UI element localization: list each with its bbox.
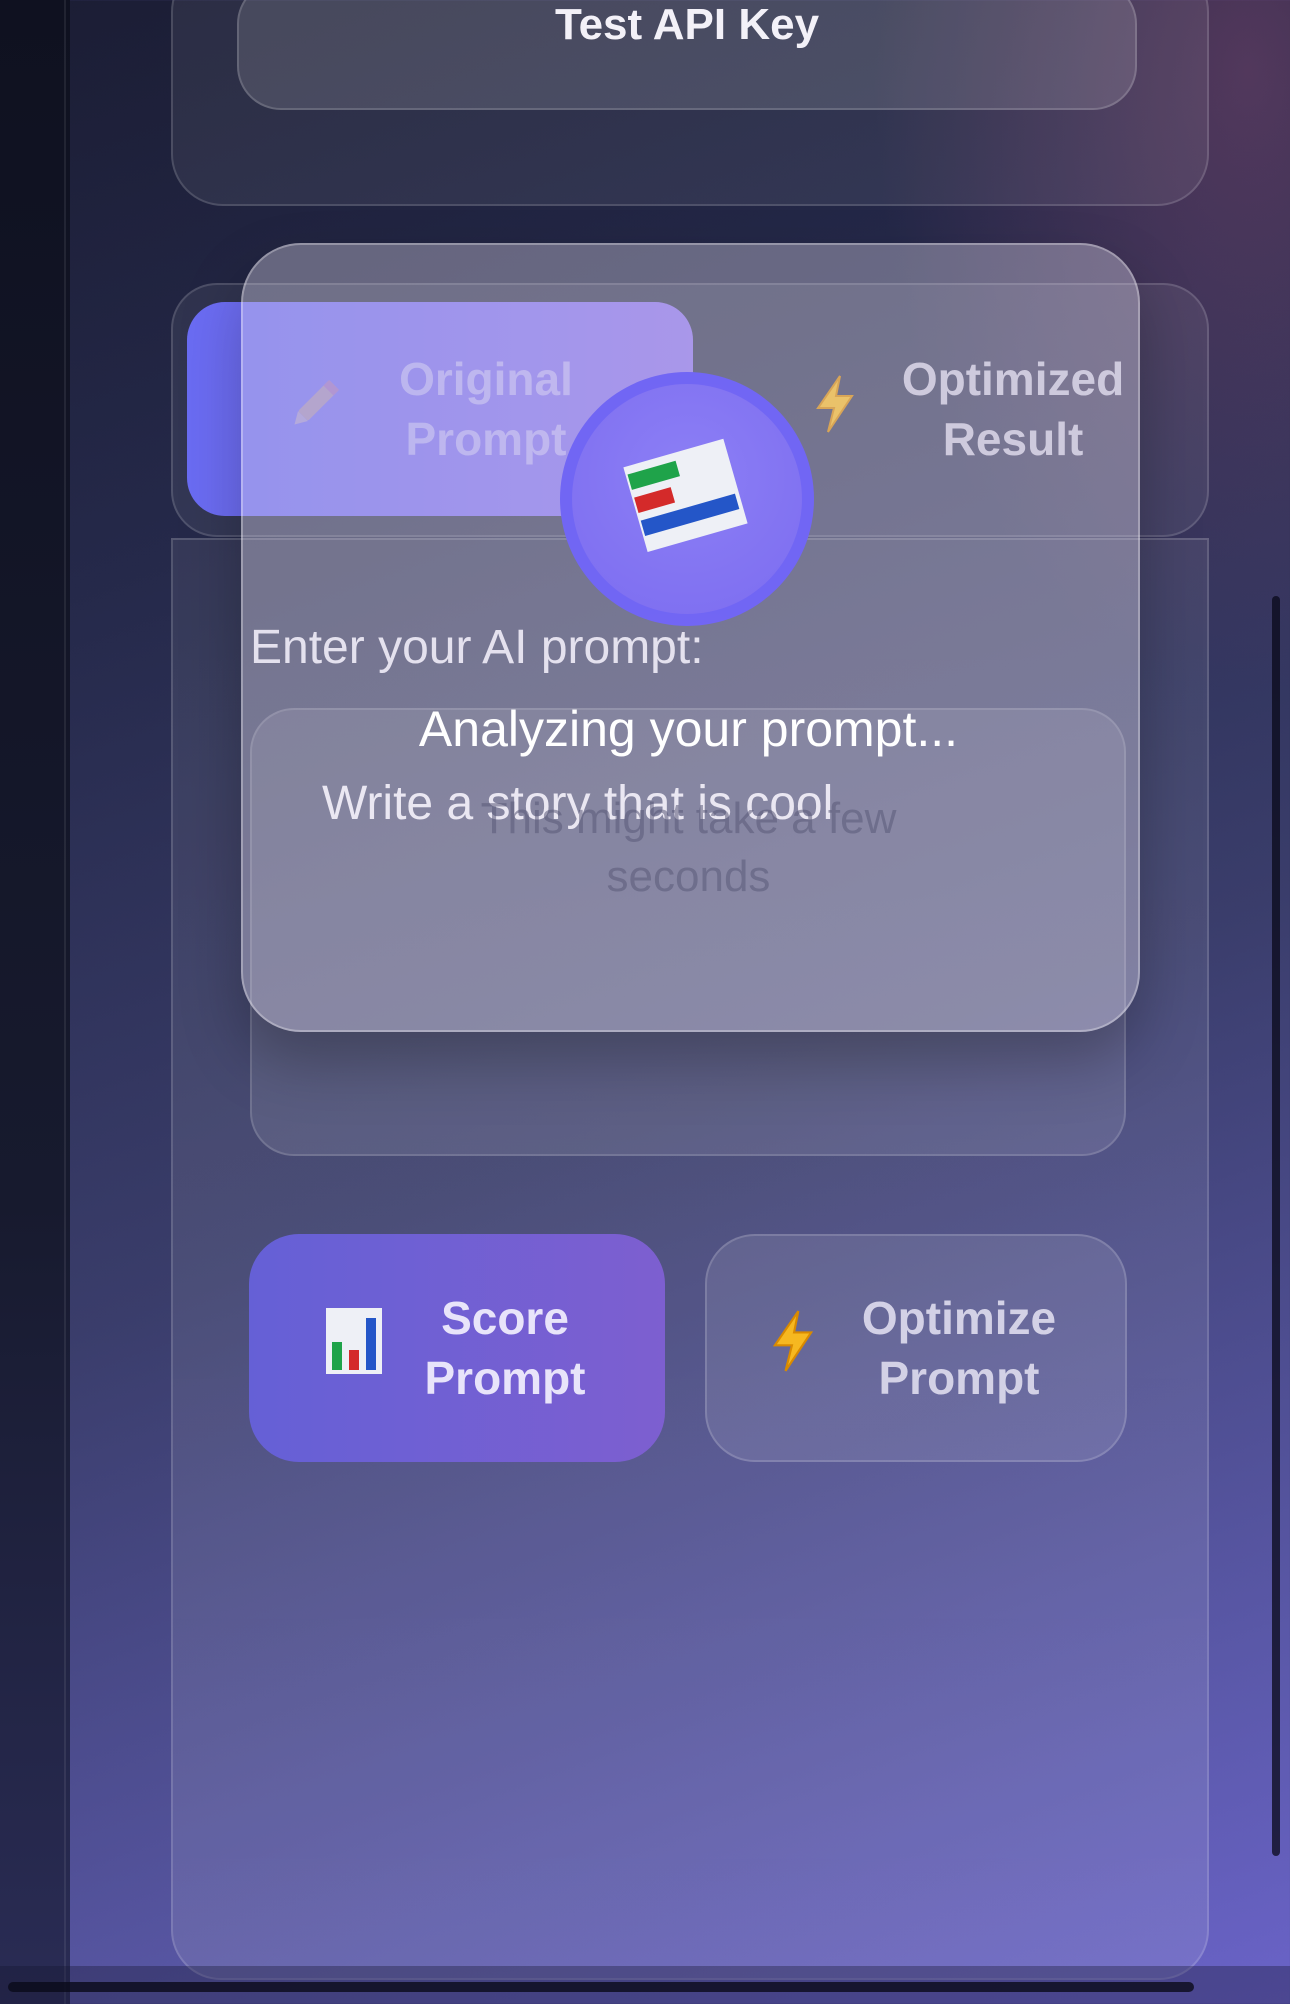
lightning-icon xyxy=(768,1309,818,1387)
test-api-key-label: Test API Key xyxy=(554,0,820,49)
optimize-prompt-label: Optimize Prompt xyxy=(861,1292,1057,1404)
loading-subtitle: This might take a few seconds xyxy=(480,794,897,901)
loading-spinner xyxy=(560,372,814,626)
loading-title: Analyzing your prompt... xyxy=(418,701,959,757)
left-edge xyxy=(0,0,70,2004)
test-api-key-button[interactable]: Test API Key xyxy=(237,0,1137,110)
optimize-prompt-button[interactable]: Optimize Prompt xyxy=(705,1234,1127,1462)
vertical-scrollbar[interactable] xyxy=(1272,596,1280,1856)
loading-overlay xyxy=(241,243,1140,1032)
horizontal-scrollbar[interactable] xyxy=(8,1982,1194,1992)
score-prompt-button[interactable]: Score Prompt xyxy=(249,1234,665,1462)
score-prompt-label: Score Prompt xyxy=(424,1292,586,1404)
bar-chart-icon xyxy=(324,1306,384,1390)
bar-chart-icon xyxy=(622,437,752,562)
